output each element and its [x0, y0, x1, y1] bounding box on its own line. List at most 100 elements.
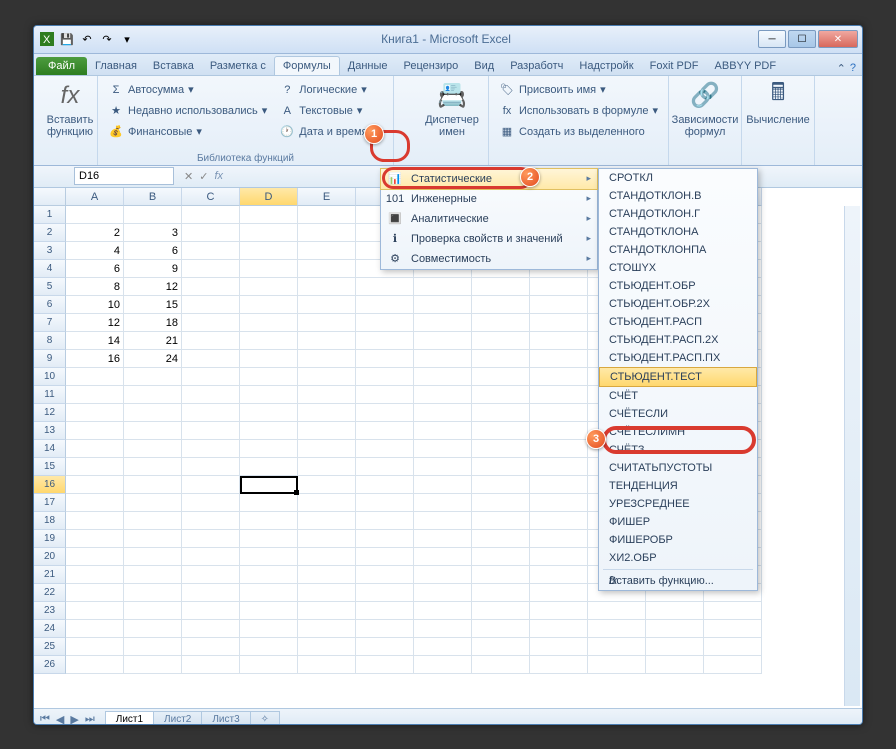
- cell[interactable]: [298, 260, 356, 278]
- cell[interactable]: [414, 476, 472, 494]
- cell[interactable]: [472, 278, 530, 296]
- cell[interactable]: [588, 656, 646, 674]
- row-header[interactable]: 1: [34, 206, 66, 224]
- cell[interactable]: [240, 602, 298, 620]
- row-header[interactable]: 22: [34, 584, 66, 602]
- tab-insert[interactable]: Вставка: [145, 57, 202, 75]
- cell[interactable]: [240, 260, 298, 278]
- cell[interactable]: [240, 368, 298, 386]
- cell[interactable]: [240, 242, 298, 260]
- minimize-button[interactable]: ─: [758, 30, 786, 48]
- cell[interactable]: [530, 530, 588, 548]
- row-header[interactable]: 3: [34, 242, 66, 260]
- cell[interactable]: [414, 296, 472, 314]
- cell[interactable]: [414, 530, 472, 548]
- cell[interactable]: [298, 476, 356, 494]
- name-box[interactable]: D16: [74, 167, 174, 185]
- cell[interactable]: [240, 620, 298, 638]
- cell[interactable]: [298, 350, 356, 368]
- cell[interactable]: [298, 494, 356, 512]
- sheet-tab-2[interactable]: Лист2: [153, 711, 202, 725]
- insert-function-menu-item[interactable]: fxВставить функцию...: [599, 572, 757, 590]
- cell[interactable]: [182, 440, 240, 458]
- cell[interactable]: [356, 584, 414, 602]
- cell[interactable]: [472, 458, 530, 476]
- cell[interactable]: [530, 386, 588, 404]
- cell[interactable]: 6: [66, 260, 124, 278]
- cell[interactable]: [530, 422, 588, 440]
- cell[interactable]: [298, 656, 356, 674]
- cell[interactable]: [414, 458, 472, 476]
- tab-dev[interactable]: Разработч: [502, 57, 571, 75]
- cell[interactable]: [66, 512, 124, 530]
- cell[interactable]: [298, 314, 356, 332]
- cell[interactable]: [356, 332, 414, 350]
- cell[interactable]: [414, 368, 472, 386]
- cell[interactable]: [66, 368, 124, 386]
- cell[interactable]: 24: [124, 350, 182, 368]
- cell[interactable]: [298, 386, 356, 404]
- ribbon-minimize-icon[interactable]: ⌃: [837, 62, 846, 75]
- tab-abbyy[interactable]: ABBYY PDF: [707, 57, 785, 75]
- cell[interactable]: [240, 386, 298, 404]
- row-header[interactable]: 21: [34, 566, 66, 584]
- cell[interactable]: [530, 566, 588, 584]
- cell[interactable]: [124, 476, 182, 494]
- tab-formulas[interactable]: Формулы: [274, 56, 340, 75]
- cell[interactable]: [240, 404, 298, 422]
- help-icon[interactable]: ?: [850, 62, 856, 74]
- submenu-item[interactable]: ℹПроверка свойств и значений▸: [381, 229, 597, 249]
- cell[interactable]: [530, 512, 588, 530]
- submenu-item[interactable]: 🔳Аналитические▸: [381, 209, 597, 229]
- function-item[interactable]: СТЬЮДЕНТ.ОБР.2X: [599, 295, 757, 313]
- cell[interactable]: [472, 296, 530, 314]
- cell[interactable]: [530, 584, 588, 602]
- insert-function-button[interactable]: fx Вставить функцию: [40, 78, 100, 140]
- cell[interactable]: [124, 386, 182, 404]
- cell[interactable]: [298, 638, 356, 656]
- cell[interactable]: [530, 602, 588, 620]
- cell[interactable]: [530, 638, 588, 656]
- row-header[interactable]: 24: [34, 620, 66, 638]
- cell[interactable]: [414, 440, 472, 458]
- tab-file[interactable]: Файл: [36, 57, 87, 75]
- cell[interactable]: [472, 350, 530, 368]
- cell[interactable]: [356, 512, 414, 530]
- cell[interactable]: [472, 476, 530, 494]
- cell[interactable]: [530, 314, 588, 332]
- sheet-nav[interactable]: ⏮◀▶⏭: [38, 713, 97, 725]
- cell[interactable]: [124, 620, 182, 638]
- cell[interactable]: 10: [66, 296, 124, 314]
- cell[interactable]: [472, 314, 530, 332]
- cell[interactable]: 12: [66, 314, 124, 332]
- text-button[interactable]: AТекстовые ▾: [275, 101, 381, 121]
- maximize-button[interactable]: ☐: [788, 30, 816, 48]
- cell[interactable]: [414, 494, 472, 512]
- cell[interactable]: [298, 458, 356, 476]
- submenu-item[interactable]: ⚙Совместимость▸: [381, 249, 597, 269]
- cell[interactable]: [240, 440, 298, 458]
- cell[interactable]: [530, 440, 588, 458]
- row-header[interactable]: 9: [34, 350, 66, 368]
- cell[interactable]: [472, 386, 530, 404]
- cell[interactable]: [414, 332, 472, 350]
- cell[interactable]: [66, 440, 124, 458]
- cell[interactable]: [182, 224, 240, 242]
- tab-data[interactable]: Данные: [340, 57, 396, 75]
- cell[interactable]: [124, 422, 182, 440]
- cell[interactable]: [472, 422, 530, 440]
- cell[interactable]: [414, 584, 472, 602]
- cell[interactable]: 21: [124, 332, 182, 350]
- cell[interactable]: [588, 638, 646, 656]
- cell[interactable]: [472, 548, 530, 566]
- row-header[interactable]: 2: [34, 224, 66, 242]
- financial-button[interactable]: 💰Финансовые ▾: [104, 122, 271, 142]
- cell[interactable]: [298, 620, 356, 638]
- cell[interactable]: [356, 404, 414, 422]
- function-item[interactable]: УРЕЗСРЕДНЕЕ: [599, 495, 757, 513]
- cell[interactable]: [588, 620, 646, 638]
- cell[interactable]: [298, 368, 356, 386]
- cell[interactable]: [298, 440, 356, 458]
- cell[interactable]: [356, 278, 414, 296]
- cell[interactable]: [182, 206, 240, 224]
